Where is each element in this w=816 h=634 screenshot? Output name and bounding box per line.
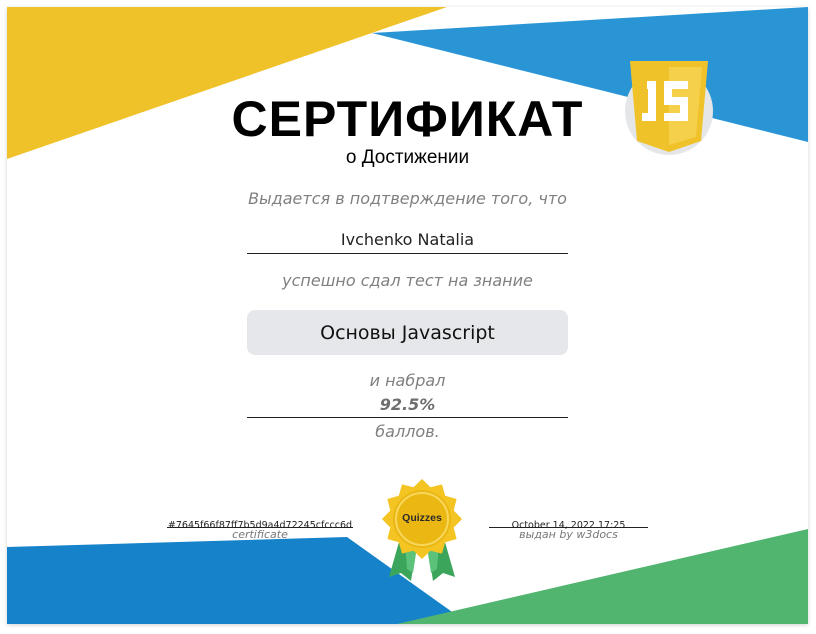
recipient-line: Ivchenko Natalia bbox=[247, 229, 568, 254]
certificate-subtitle: о Достижении bbox=[345, 147, 470, 168]
certificate-id-line: #7645f66f87ff7b5d9a4d72245cfccc6d bbox=[167, 513, 353, 531]
score-value: 92.5% bbox=[379, 395, 436, 414]
awarded-text: Выдается в подтверждение того, что bbox=[248, 189, 567, 208]
points-text: баллов. bbox=[375, 422, 440, 441]
certificate-id-label: certificate bbox=[232, 528, 288, 541]
course-box: Основы Javascript bbox=[247, 310, 568, 355]
badge-label: Quizzes bbox=[402, 512, 442, 524]
quizzes-rosette-badge-icon bbox=[382, 479, 462, 581]
passed-text: успешно сдал тест на знание bbox=[282, 271, 533, 290]
issuer-label: выдан by w3docs bbox=[519, 528, 618, 541]
issue-date-line: October 14, 2022 17:25 bbox=[489, 513, 648, 531]
score-line: 92.5% bbox=[247, 395, 568, 418]
recipient-name: Ivchenko Natalia bbox=[340, 230, 475, 249]
certificate-title: СЕРТИФИКАТ bbox=[231, 91, 584, 147]
certificate-card: СЕРТИФИКАТ о Достижении Выдается в подтв… bbox=[7, 7, 808, 624]
scored-text: и набрал bbox=[369, 371, 446, 390]
course-name: Основы Javascript bbox=[320, 321, 495, 344]
